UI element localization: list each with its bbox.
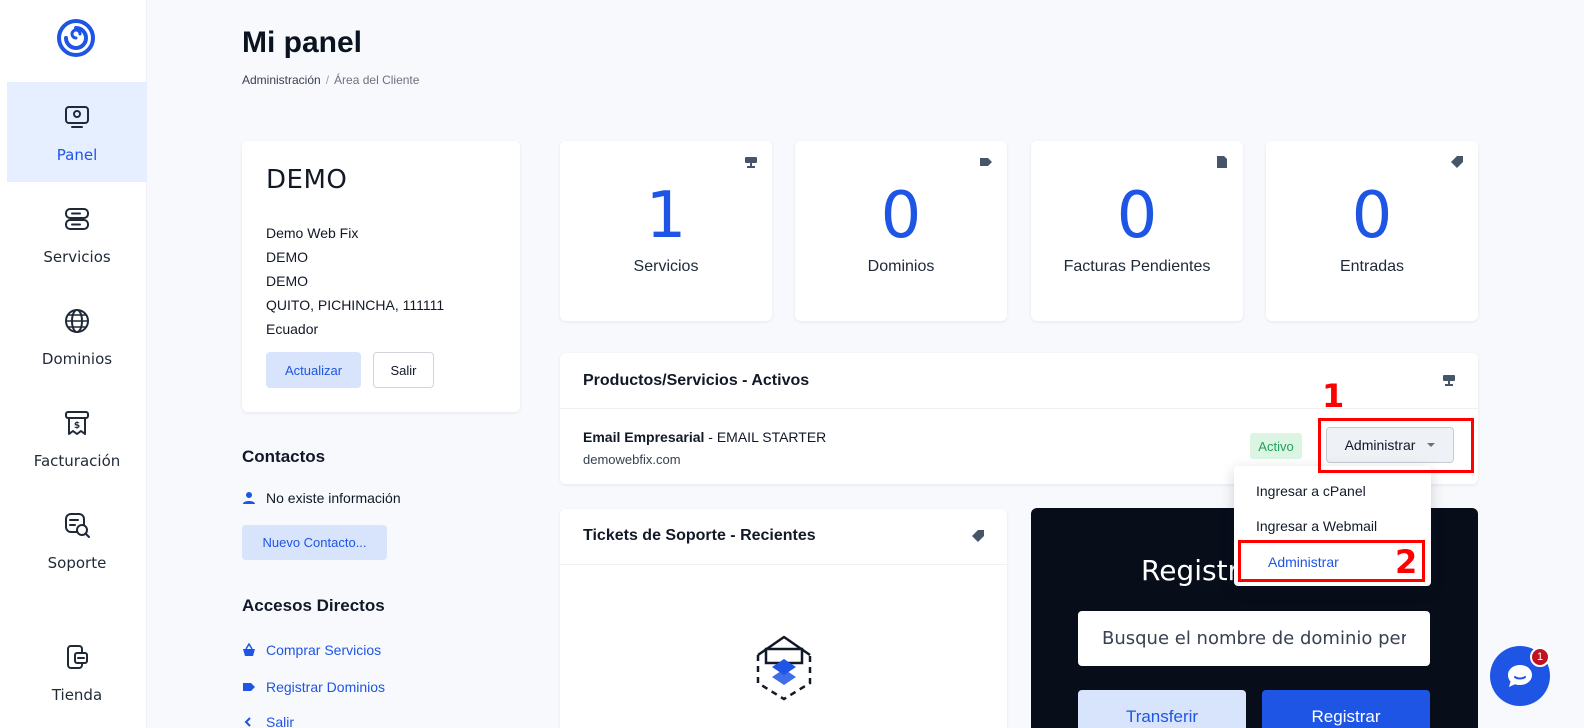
logout-button[interactable]: Salir [373,352,434,388]
address-line: QUITO, PICHINCHA, 111111 [266,297,445,313]
sidebar-item-label: Panel [56,146,98,164]
product-name[interactable]: Email Empresarial - EMAIL STARTER [583,429,826,445]
support-icon [65,513,90,538]
address-line: DEMO [266,249,308,265]
breadcrumb-link[interactable]: Administración [242,73,321,87]
shortcut-logout[interactable]: Salir [242,714,294,728]
stat-card-facturas[interactable]: 0 Facturas Pendientes [1031,141,1243,321]
stat-label: Facturas Pendientes [1063,258,1211,275]
sidebar-item-label: Tienda [51,686,103,704]
sidebar-item-facturacion[interactable]: $ Facturación [7,388,147,488]
status-badge: Activo [1250,433,1302,459]
contacts-empty: No existe información [242,490,401,506]
sidebar-item-label: Soporte [47,554,107,572]
stat-card-dominios[interactable]: 0 Dominios [795,141,1007,321]
menu-item-cpanel[interactable]: Ingresar a cPanel [1256,483,1366,499]
user-icon [243,492,255,504]
products-title: Productos/Servicios - Activos [583,372,810,389]
shortcut-label: Comprar Servicios [266,642,382,658]
domain-search-input[interactable] [1078,611,1430,666]
sidebar-item-tienda[interactable]: Tienda [7,622,147,722]
server-icon [65,208,89,230]
server-icon [1443,375,1455,386]
stat-card-servicios[interactable]: 1 Servicios [560,141,772,321]
sidebar-item-servicios[interactable]: Servicios [7,184,147,284]
product-title: Email Empresarial [583,429,705,445]
annotation-number-2: 2 [1395,543,1418,581]
annotation-box-1 [1318,418,1474,473]
sidebar-item-label: Servicios [43,248,111,266]
arrow-left-icon [244,717,251,727]
ticket-icon [972,530,984,542]
sidebar: Panel Servicios Dominios $ Facturación S… [0,0,147,728]
stat-value: 1 [645,179,687,253]
stat-label: Dominios [867,258,935,275]
sidebar-item-soporte[interactable]: Soporte [7,490,147,590]
shortcut-buy-services[interactable]: Comprar Servicios [242,642,381,658]
breadcrumb: Administración / Área del Cliente [242,73,419,87]
invoice-icon: $ [65,411,89,435]
sidebar-item-label: Dominios [41,350,113,368]
annotation-number-1: 1 [1322,377,1345,415]
sidebar-item-label: Facturación [33,452,121,470]
client-address: Demo Web Fix DEMO DEMO QUITO, PICHINCHA,… [266,221,444,341]
breadcrumb-current: Área del Cliente [334,73,420,87]
server-icon [745,157,757,168]
contacts-empty-text: No existe información [266,490,401,506]
register-button[interactable]: Registrar [1262,690,1430,728]
document-icon [1217,156,1227,168]
stat-value: 0 [1351,179,1393,253]
sidebar-item-panel[interactable]: Panel [7,82,147,182]
shortcut-register-domains[interactable]: Registrar Dominios [242,679,385,695]
globe-icon [65,309,89,333]
tag-icon [243,683,255,691]
stat-label: Entradas [1339,258,1405,275]
client-name: DEMO [266,165,348,195]
breadcrumb-separator: / [325,73,330,87]
dashboard-icon [65,106,89,128]
contacts-title: Contactos [242,447,326,466]
divider [560,564,1007,565]
tickets-title: Tickets de Soporte - Recientes [583,527,816,544]
new-contact-button[interactable]: Nuevo Contacto... [242,525,387,560]
tag-icon [980,158,992,166]
empty-inbox-icon [756,635,812,701]
basket-icon [243,643,255,656]
logo-icon[interactable] [56,18,96,58]
transfer-button[interactable]: Transferir [1078,690,1246,728]
shortcuts-title: Accesos Directos [242,596,385,615]
update-button[interactable]: Actualizar [266,352,361,388]
recent-tickets-card: Tickets de Soporte - Recientes [560,509,1007,728]
stat-value: 0 [1116,179,1158,253]
sidebar-item-dominios[interactable]: Dominios [7,286,147,386]
svg-text:$: $ [74,421,80,431]
stat-card-entradas[interactable]: 0 Entradas [1266,141,1478,321]
shortcut-label: Registrar Dominios [266,679,386,695]
ticket-icon [1451,156,1463,168]
store-icon [67,645,88,669]
chat-bubble-icon [1508,665,1532,687]
product-domain: demowebfix.com [583,452,681,467]
stat-label: Servicios [633,258,699,275]
address-line: Demo Web Fix [266,225,359,241]
menu-item-webmail[interactable]: Ingresar a Webmail [1256,518,1377,534]
address-line: DEMO [266,273,308,289]
stat-value: 0 [880,179,922,253]
client-info-card: DEMO Demo Web Fix DEMO DEMO QUITO, PICHI… [242,141,520,412]
address-line: Ecuador [266,321,319,337]
shortcut-label: Salir [266,714,295,728]
chat-notification-badge: 1 [1530,647,1550,667]
product-plan: - EMAIL STARTER [704,429,827,445]
page-title: Mi panel [242,26,363,59]
